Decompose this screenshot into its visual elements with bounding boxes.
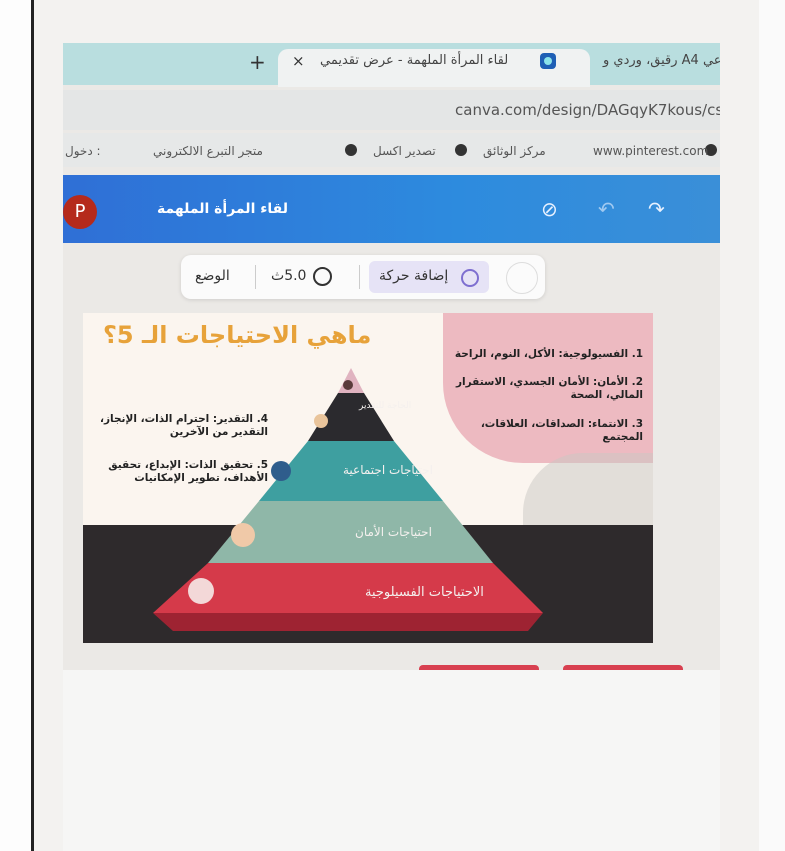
woman-icon — [231, 523, 255, 547]
new-tab-icon[interactable]: + — [249, 50, 266, 74]
tab-active-label: لقاء المرأة الملهمة - عرض تقديمي — [320, 53, 509, 68]
pyramid-base-shadow — [153, 613, 543, 631]
browser-tab-bar: وعي A4 رقيق، وردي و × لقاء المرأة الملهم… — [63, 43, 720, 87]
bookmarks-bar: www.pinterest.com مركز الوثائق تصدير اكس… — [63, 133, 720, 167]
canva-favicon-icon — [540, 53, 556, 69]
tab-active-close-icon[interactable]: × — [292, 52, 305, 70]
bookmark-documents-center[interactable]: مركز الوثائق — [483, 144, 546, 158]
add-animation-label: إضافة حركة — [379, 268, 449, 284]
blank-area — [63, 670, 720, 851]
globe-icon — [455, 144, 467, 156]
duration-value[interactable]: 5.0ث — [271, 268, 306, 284]
color-swatch[interactable] — [506, 262, 538, 294]
level-label-esteem: الحاجة للتقدير — [359, 401, 412, 411]
url-text[interactable]: canva.com/design/DAGqyK7kous/csZ — [455, 101, 720, 119]
award-icon — [314, 414, 328, 428]
group-icon — [271, 461, 291, 481]
bookmark-excel-export[interactable]: تصدير اكسل — [373, 144, 436, 158]
bookmark-login[interactable]: دخول : — [65, 144, 101, 158]
toolbar-divider — [359, 265, 360, 289]
photo-border-left — [0, 0, 34, 851]
undo-icon[interactable]: ↶ — [598, 197, 615, 221]
element-toolbar: الوضع 5.0ث إضافة حركة — [181, 255, 545, 299]
tab-active[interactable]: لقاء المرأة الملهمة - عرض تقديمي × — [278, 49, 590, 87]
bookmark-pinterest[interactable]: www.pinterest.com — [593, 144, 708, 158]
level-label-safety: احتياجات الأمان — [355, 525, 432, 539]
screen-photo: وعي A4 رقيق، وردي و × لقاء المرأة الملهم… — [63, 43, 720, 670]
frame-edge-line — [31, 0, 34, 851]
clock-icon — [313, 267, 332, 286]
user-avatar[interactable]: P — [63, 195, 97, 229]
sync-check-icon: ⊘ — [541, 197, 558, 221]
globe-icon — [345, 144, 357, 156]
tab-inactive-label[interactable]: وعي A4 رقيق، وردي و — [603, 53, 720, 68]
document-title[interactable]: لقاء المرأة الملهمة — [157, 201, 288, 217]
bookmark-donation-store[interactable]: متجر التبرع الالكتروني — [153, 144, 263, 158]
person-icon — [343, 380, 353, 390]
level-label-physiological: الاحتياجات الفسيلوجية — [365, 585, 484, 600]
position-label[interactable]: الوضع — [195, 268, 230, 284]
photo-border-right — [759, 0, 785, 851]
level-label-social: احتياجات اجتماعية — [343, 463, 434, 477]
slide-canvas[interactable]: ماهي الاحتياجات الـ 5؟ 1. الفسيولوجية: ا… — [83, 313, 653, 643]
body-icon — [188, 578, 214, 604]
pyramid-tip — [338, 368, 364, 393]
address-bar[interactable]: canva.com/design/DAGqyK7kous/csZ — [63, 90, 720, 130]
toolbar-divider — [255, 265, 256, 289]
animation-icon — [461, 269, 479, 287]
redo-icon[interactable]: ↷ — [648, 197, 665, 221]
canva-top-bar: P لقاء المرأة الملهمة ⊘ ↶ ↷ — [63, 175, 720, 243]
add-animation-button[interactable]: إضافة حركة — [369, 261, 489, 293]
